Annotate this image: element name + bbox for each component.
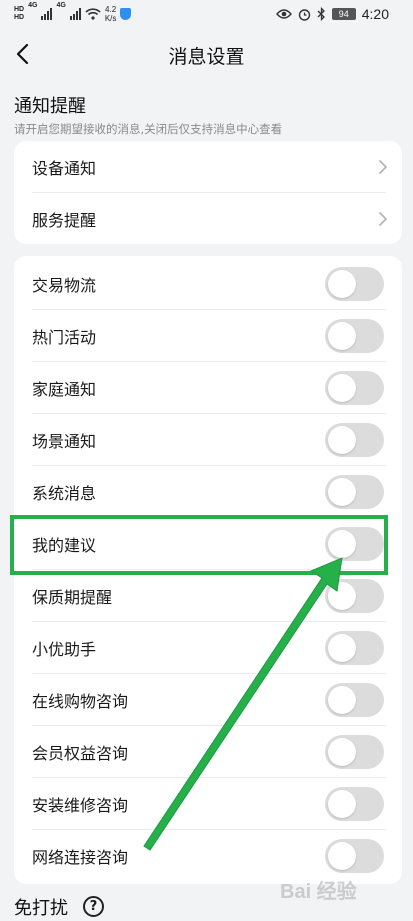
status-right: 94 4:20 — [275, 4, 389, 24]
toggle-switch[interactable] — [325, 839, 384, 873]
signal-icon-2 — [69, 8, 81, 20]
hd-indicator: HD HD — [14, 6, 24, 22]
nav-row-device-notify[interactable]: 设备通知 — [14, 141, 402, 193]
section-title-notify: 通知提醒 — [14, 96, 86, 117]
toggle-knob — [328, 322, 356, 350]
toggle-row-label: 交易物流 — [32, 276, 97, 295]
toggle-row: 场景通知 — [14, 414, 402, 466]
chevron-right-icon — [379, 160, 388, 174]
toggle-row-label: 场景通知 — [32, 432, 97, 451]
toggle-switch[interactable] — [325, 423, 384, 457]
hd-top-label: HD — [14, 6, 25, 13]
toggle-switch[interactable] — [325, 267, 384, 301]
toggle-row: 在线购物咨询 — [14, 674, 402, 726]
hd-bottom-label: HD — [14, 14, 25, 21]
toggle-row-label: 会员权益咨询 — [32, 744, 129, 763]
toggle-row: 会员权益咨询 — [14, 726, 402, 778]
toggle-row: 小优助手 — [14, 622, 402, 674]
toggle-switch[interactable] — [325, 371, 384, 405]
toggle-row-label: 家庭通知 — [32, 380, 97, 399]
toggle-knob — [328, 374, 356, 402]
alarm-icon — [298, 8, 310, 21]
toggle-knob — [328, 634, 356, 662]
toggle-row-label: 小优助手 — [32, 640, 97, 659]
status-bar: HD HD 4G 4G 4.2 K/s 94 4:20 — [0, 0, 413, 28]
toggle-row: 交易物流 — [14, 258, 402, 310]
toggle-knob — [328, 426, 356, 454]
toggle-row-label: 保质期提醒 — [32, 588, 113, 607]
shield-icon — [120, 8, 132, 20]
toggle-row-label: 热门活动 — [32, 328, 97, 347]
help-icon[interactable]: ? — [83, 896, 104, 917]
clock: 4:20 — [361, 6, 389, 22]
speed-unit: K/s — [104, 14, 117, 23]
toggle-row-label: 系统消息 — [32, 484, 97, 503]
toggle-switch[interactable] — [325, 787, 384, 821]
toggle-switch[interactable] — [325, 735, 384, 769]
status-left: HD HD 4G 4G 4.2 K/s — [14, 2, 132, 26]
toggle-switch[interactable] — [325, 683, 384, 717]
toggle-row: 热门活动 — [14, 310, 402, 362]
watermark: Bai 经验 — [280, 881, 357, 903]
nav-row-label: 服务提醒 — [32, 211, 97, 230]
annotation-highlight-box — [10, 515, 388, 575]
nav-row-label: 设备通知 — [32, 159, 97, 178]
page-title: 消息设置 — [168, 46, 245, 68]
toggle-row-label: 在线购物咨询 — [32, 692, 129, 711]
toggle-knob — [328, 582, 356, 610]
toggle-knob — [328, 686, 356, 714]
signal-icon — [41, 8, 53, 20]
speed-value: 4.2 — [105, 5, 117, 14]
toggle-switch[interactable] — [325, 579, 384, 613]
toggle-switch[interactable] — [325, 631, 384, 665]
network-speed: 4.2 K/s — [105, 5, 117, 23]
toggle-row: 安装维修咨询 — [14, 778, 402, 830]
battery-icon: 94 — [331, 8, 356, 20]
toggle-row-label: 网络连接咨询 — [32, 848, 129, 867]
notify-nav-card: 设备通知 服务提醒 — [14, 141, 402, 244]
section-title-dnd: 免打扰 — [14, 898, 68, 919]
header: 消息设置 — [0, 28, 413, 80]
toggle-row: 系统消息 — [14, 466, 402, 518]
nav-row-service-reminder[interactable]: 服务提醒 — [14, 193, 402, 245]
eye-icon — [275, 9, 292, 19]
bluetooth-icon — [317, 7, 325, 21]
section-hint: 请开启您期望接收的消息,关闭后仅支持消息中心查看 — [14, 122, 283, 136]
toggle-knob — [328, 842, 356, 870]
network-type-2: 4G — [56, 2, 66, 9]
toggle-knob — [328, 738, 356, 766]
toggle-switch[interactable] — [325, 475, 384, 509]
toggle-knob — [328, 790, 356, 818]
wifi-icon — [85, 8, 101, 20]
toggle-row: 保质期提醒 — [14, 570, 402, 622]
chevron-right-icon — [379, 212, 388, 226]
toggle-switch[interactable] — [325, 319, 384, 353]
toggle-row-label: 安装维修咨询 — [32, 796, 129, 815]
toggle-knob — [328, 270, 356, 298]
network-type-1: 4G — [28, 2, 38, 9]
toggle-knob — [328, 478, 356, 506]
toggle-row: 家庭通知 — [14, 362, 402, 414]
